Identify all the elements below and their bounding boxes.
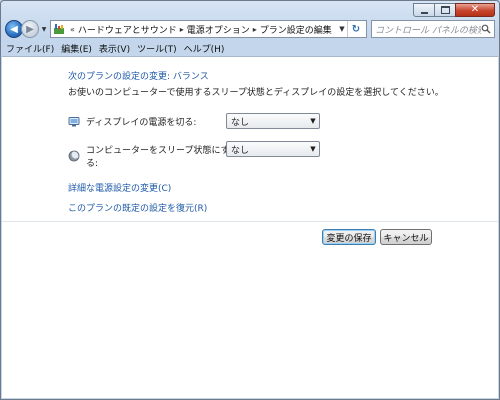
- sleep-value: なし: [231, 145, 250, 156]
- menu-bar: ファイル(F) 編集(E) 表示(V) ツール(T) ヘルプ(H): [2, 41, 498, 56]
- display-off-value: なし: [231, 117, 250, 128]
- breadcrumb-separator[interactable]: ▸: [180, 25, 184, 34]
- display-setting-row: ディスプレイの電源を切る:: [68, 115, 232, 128]
- page-description: お使いのコンピューターで使用するスリープ状態とディスプレイの設定を選択してくださ…: [68, 88, 444, 98]
- breadcrumb-overflow[interactable]: «: [70, 25, 75, 34]
- maximize-button[interactable]: [434, 3, 456, 17]
- chevron-down-icon: ▼: [310, 117, 316, 125]
- minimize-icon: [420, 11, 428, 14]
- maximize-icon: [440, 6, 450, 14]
- display-off-select[interactable]: なし ▼: [226, 113, 320, 129]
- search-icon[interactable]: [481, 24, 491, 34]
- control-panel-window: ✕ ◀ ▶ ▼ « ハードウェアとサウンド ▸ 電源オプション ▸ プラン設定の…: [0, 0, 500, 400]
- arrow-left-icon: ◀: [10, 23, 18, 35]
- search-input[interactable]: コントロール パネルの検索: [371, 20, 495, 38]
- display-off-label: ディスプレイの電源を切る:: [86, 118, 197, 128]
- caption-buttons: ✕: [413, 3, 495, 17]
- recent-pages-dropdown[interactable]: ▼: [40, 26, 48, 33]
- minimize-button[interactable]: [413, 3, 435, 17]
- monitor-icon: [68, 116, 80, 126]
- content-pane: 次のプランの設定の変更: バランス お使いのコンピューターで使用するスリープ状態…: [2, 56, 498, 398]
- breadcrumb-edit-plan-settings[interactable]: プラン設定の編集: [260, 23, 332, 36]
- advanced-settings-link[interactable]: 詳細な電源設定の変更(C): [68, 181, 171, 194]
- menu-view[interactable]: 表示(V): [99, 42, 130, 55]
- forward-button[interactable]: ▶: [21, 20, 39, 38]
- control-panel-icon: [54, 24, 64, 34]
- breadcrumb-separator[interactable]: ▸: [253, 25, 257, 34]
- close-icon: ✕: [470, 4, 480, 15]
- page-title: 次のプランの設定の変更: バランス: [68, 72, 209, 82]
- cancel-button[interactable]: キャンセル: [380, 229, 432, 245]
- restore-defaults-link[interactable]: このプランの既定の設定を復元(R): [68, 201, 207, 214]
- navigation-bar: ◀ ▶ ▼ « ハードウェアとサウンド ▸ 電源オプション ▸ プラン設定の編集…: [5, 18, 495, 40]
- save-changes-button[interactable]: 変更の保存: [322, 229, 376, 245]
- sleep-label: コンピューターをスリープ状態にする:: [86, 146, 230, 169]
- divider: [2, 221, 498, 222]
- breadcrumb-power-options[interactable]: 電源オプション: [187, 23, 250, 36]
- sleep-select[interactable]: なし ▼: [226, 141, 320, 157]
- menu-edit[interactable]: 編集(E): [61, 42, 92, 55]
- address-dropdown-icon[interactable]: ▼: [337, 25, 347, 33]
- refresh-icon[interactable]: ↻: [347, 21, 364, 37]
- menu-file[interactable]: ファイル(F): [6, 42, 54, 55]
- chevron-down-icon: ▼: [310, 145, 316, 153]
- moon-icon: [68, 150, 80, 162]
- menu-help[interactable]: ヘルプ(H): [184, 42, 225, 55]
- arrow-right-icon: ▶: [26, 23, 34, 35]
- address-tail: ▼ ↻: [337, 21, 364, 37]
- breadcrumb-hardware-sound[interactable]: ハードウェアとサウンド: [78, 23, 177, 36]
- menu-tools[interactable]: ツール(T): [137, 42, 177, 55]
- address-bar[interactable]: « ハードウェアとサウンド ▸ 電源オプション ▸ プラン設定の編集 ▼ ↻: [50, 20, 367, 38]
- search-placeholder: コントロール パネルの検索: [375, 25, 481, 36]
- sleep-setting-row: コンピューターをスリープ状態にする:: [68, 143, 232, 169]
- close-button[interactable]: ✕: [455, 3, 495, 17]
